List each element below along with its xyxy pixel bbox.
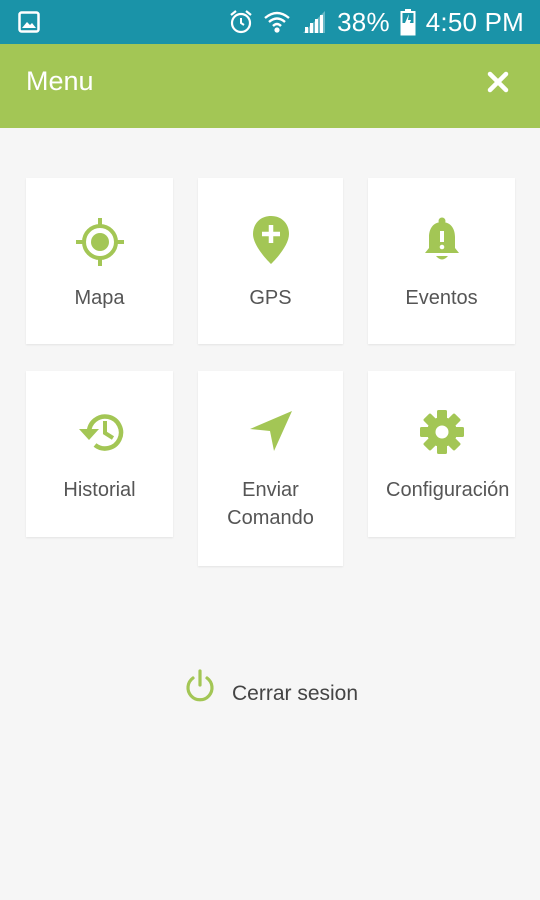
menu-item-label: Historial [63,479,136,501]
clock: 4:50 PM [425,6,524,37]
status-bar: 38% 4:50 PM [0,0,540,44]
bell-icon [424,217,459,260]
menu-item-label: Enviar Comando [227,479,314,529]
battery-percent: 38% [337,6,390,37]
menu-item-label: Configuración [386,479,510,501]
gear-icon [419,410,464,454]
power-icon [186,669,214,702]
crosshair-icon [75,218,124,266]
menu-item-configuracion[interactable]: Configuración [368,371,515,537]
page-title: Menu [26,66,94,96]
menu-item-label: Eventos [405,287,478,309]
menu-item-historial[interactable]: Historial [26,371,173,537]
menu-item-eventos[interactable]: Eventos [368,178,515,344]
menu-item-mapa[interactable]: Mapa [26,178,173,344]
menu-item-enviar-comando[interactable]: Enviar Comando [198,371,343,566]
close-icon[interactable] [486,70,510,94]
map-pin-plus-icon [252,216,289,264]
history-icon [78,414,123,451]
app-bar: Menu [0,44,540,128]
signal-icon [303,11,326,33]
battery-icon [400,9,416,36]
gallery-icon [18,11,40,33]
wifi-icon [264,11,290,33]
menu-item-label: Mapa [74,287,125,309]
menu-item-gps[interactable]: GPS [198,178,343,344]
menu-item-label: GPS [249,287,292,309]
navigation-arrow-icon [249,411,292,451]
logout-label: Cerrar sesion [232,682,359,705]
alarm-icon [230,10,252,34]
